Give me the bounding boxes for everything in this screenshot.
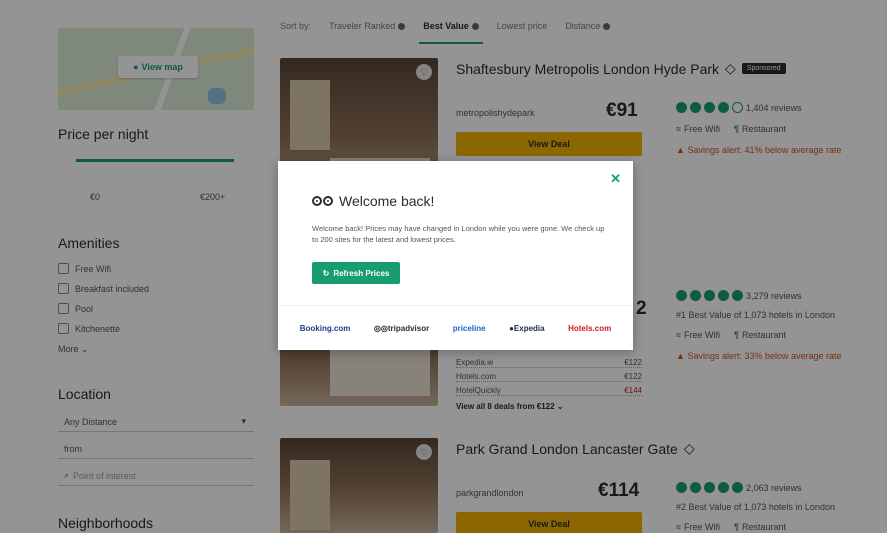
partner-logos: Booking.com ◎◎tripadvisor priceline ●Exp… — [278, 305, 633, 350]
expedia-text: Expedia — [513, 323, 545, 333]
modal-text: Welcome back! Prices may have changed in… — [312, 224, 605, 244]
welcome-back-modal: ✕ Welcome back! Welcome back! Prices may… — [278, 161, 633, 350]
modal-title: Welcome back! — [339, 193, 435, 209]
priceline-logo: priceline — [452, 323, 486, 333]
refresh-prices-button[interactable]: ↻ Refresh Prices — [312, 262, 400, 284]
refresh-label: Refresh Prices — [333, 268, 390, 278]
owl-mini-icon: ◎◎ — [373, 323, 388, 333]
booking-logo: Booking.com — [299, 323, 351, 333]
modal-header: Welcome back! — [312, 193, 434, 209]
hotels-logo: Hotels.com — [568, 323, 612, 333]
close-icon[interactable]: ✕ — [610, 171, 621, 187]
tripadvisor-text: tripadvisor — [387, 323, 430, 333]
expedia-logo: ●Expedia — [509, 324, 545, 333]
tripadvisor-logo: ◎◎tripadvisor — [374, 324, 429, 333]
tripadvisor-owl-icon — [312, 196, 333, 206]
refresh-icon: ↻ — [322, 268, 330, 278]
